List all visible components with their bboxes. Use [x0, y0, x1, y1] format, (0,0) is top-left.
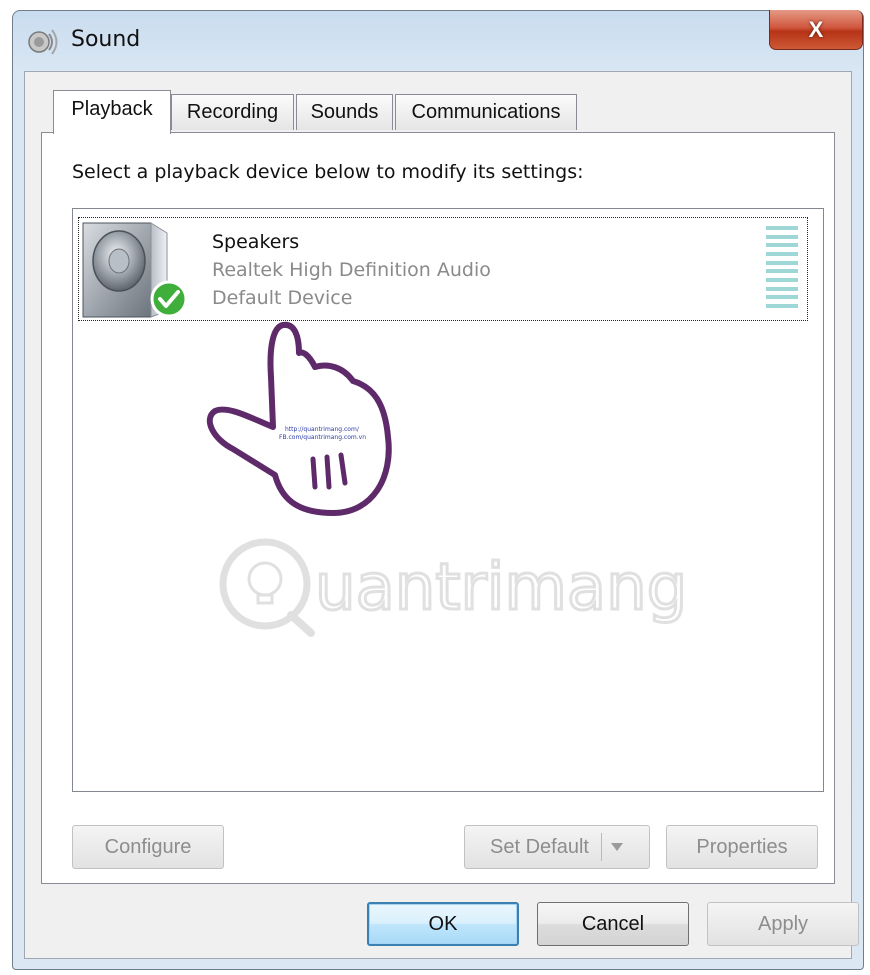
properties-button[interactable]: Properties: [666, 825, 818, 869]
close-button[interactable]: X: [769, 10, 863, 50]
tab-sounds[interactable]: Sounds: [296, 94, 393, 130]
hand-text-2: FB.com/quantrimang.com.vn: [279, 434, 366, 441]
set-default-button[interactable]: Set Default: [464, 825, 650, 869]
sound-app-icon: [28, 29, 58, 55]
speaker-icon: [82, 222, 188, 318]
tab-recording[interactable]: Recording: [171, 94, 294, 130]
window-title: Sound: [71, 27, 141, 52]
device-name: Speakers: [212, 231, 300, 253]
split-divider: [600, 833, 602, 861]
device-driver: Realtek High Definition Audio: [212, 259, 491, 281]
configure-button[interactable]: Configure: [72, 825, 224, 869]
lightbulb-icon: [247, 561, 283, 597]
dialog-client-area: Playback Recording Sounds Communications…: [24, 71, 859, 959]
tab-communications[interactable]: Communications: [395, 94, 577, 130]
instruction-text: Select a playback device below to modify…: [72, 161, 584, 183]
default-check-icon: [150, 280, 188, 318]
tab-playback[interactable]: Playback: [53, 90, 171, 134]
sound-dialog-window: Sound X Playback Recording Sounds Commun…: [12, 10, 864, 970]
device-status: Default Device: [212, 287, 353, 309]
set-default-label: Set Default: [490, 835, 589, 858]
watermark-text: uantrimang: [315, 551, 687, 625]
apply-button[interactable]: Apply: [707, 902, 859, 946]
device-item-speakers[interactable]: Speakers Realtek High Definition Audio D…: [78, 217, 808, 321]
quantrimang-watermark: uantrimang: [219, 538, 689, 637]
title-bar[interactable]: Sound X: [13, 10, 863, 71]
playback-tab-panel: Select a playback device below to modify…: [41, 132, 835, 884]
hand-text-1: http://quantrimang.com/: [285, 426, 360, 433]
close-icon: X: [808, 16, 824, 42]
ok-button[interactable]: OK: [367, 902, 519, 946]
pointing-hand-illustration: http://quantrimang.com/ FB.com/quantrima…: [206, 321, 392, 516]
chevron-down-icon[interactable]: [610, 842, 624, 852]
volume-level-meter: [766, 226, 798, 308]
playback-device-list[interactable]: Speakers Realtek High Definition Audio D…: [72, 208, 824, 792]
cancel-button[interactable]: Cancel: [537, 902, 689, 946]
